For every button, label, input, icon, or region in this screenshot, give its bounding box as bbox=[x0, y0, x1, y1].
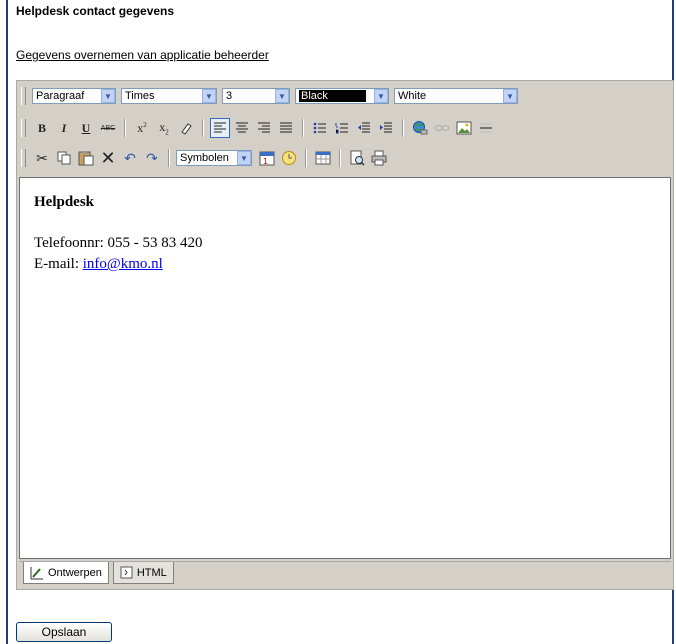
strikethrough-button[interactable]: ABC bbox=[98, 118, 118, 138]
indent-icon bbox=[380, 122, 392, 133]
cut-button[interactable]: ✂ bbox=[32, 148, 52, 168]
globe-link-icon bbox=[413, 121, 428, 135]
html-source-icon bbox=[120, 566, 133, 579]
bold-button[interactable]: B bbox=[32, 118, 52, 138]
outdent-icon bbox=[358, 122, 370, 133]
copy-icon bbox=[57, 151, 71, 165]
preview-magnifier-icon bbox=[350, 150, 365, 166]
editor-content-area[interactable]: Helpdesk Telefoonnr: 055 - 53 83 420 E-m… bbox=[19, 177, 671, 559]
toolbar-separator bbox=[402, 119, 404, 137]
bullet-list-button[interactable] bbox=[310, 118, 330, 138]
align-justify-button[interactable] bbox=[276, 118, 296, 138]
tab-label: Ontwerpen bbox=[48, 566, 102, 579]
toolbar-separator bbox=[339, 149, 341, 167]
content-phone: Telefoonnr: 055 - 53 83 420 bbox=[34, 235, 203, 251]
editor-mode-tabs: Ontwerpen HTML bbox=[19, 561, 671, 588]
toolbar-separator bbox=[202, 119, 204, 137]
chevron-down-icon: ▼ bbox=[101, 89, 115, 103]
copy-admin-data-link[interactable]: Gegevens overnemen van applicatie beheer… bbox=[16, 48, 269, 62]
delete-x-icon: ✕ bbox=[100, 147, 116, 168]
design-icon bbox=[30, 566, 43, 579]
unlink-icon bbox=[434, 125, 450, 131]
insert-date-button[interactable]: 1 bbox=[257, 148, 277, 168]
insert-link-button[interactable] bbox=[410, 118, 430, 138]
indent-button[interactable] bbox=[376, 118, 396, 138]
tab-html[interactable]: HTML bbox=[112, 562, 174, 584]
size-select[interactable]: 3 ▼ bbox=[222, 88, 290, 104]
backcolor-select[interactable]: White ▼ bbox=[394, 88, 518, 104]
delete-button[interactable]: ✕ bbox=[98, 148, 118, 168]
subscript-button[interactable]: x2 bbox=[154, 118, 174, 138]
email-link[interactable]: info@kmo.nl bbox=[83, 256, 163, 272]
toolbar-grip[interactable] bbox=[21, 119, 26, 137]
eraser-icon bbox=[181, 123, 192, 135]
horizontal-rule-icon bbox=[480, 123, 492, 133]
forecolor-select[interactable]: Black ▼ bbox=[295, 88, 389, 104]
image-icon bbox=[456, 121, 472, 135]
paragraph-select[interactable]: Paragraaf ▼ bbox=[32, 88, 116, 104]
undo-button[interactable]: ↶ bbox=[120, 148, 140, 168]
toolbar-row-styles: B I U ABC x2 x2 bbox=[21, 116, 496, 140]
undo-icon: ↶ bbox=[124, 149, 136, 166]
align-right-icon bbox=[258, 122, 270, 133]
font-select[interactable]: Times ▼ bbox=[121, 88, 217, 104]
unlink-button[interactable] bbox=[432, 118, 452, 138]
insert-image-button[interactable] bbox=[454, 118, 474, 138]
printer-icon bbox=[371, 150, 387, 166]
copy-button[interactable] bbox=[54, 148, 74, 168]
toolbar-row-edit: ✂ ✕ ↶ ↷ Symbolen ▼ 1 bbox=[21, 146, 389, 170]
chevron-down-icon: ▼ bbox=[237, 151, 251, 165]
tab-ontwerpen[interactable]: Ontwerpen bbox=[23, 562, 109, 584]
horizontal-rule-button[interactable] bbox=[476, 118, 496, 138]
remove-format-button[interactable] bbox=[176, 118, 196, 138]
superscript-button[interactable]: x2 bbox=[132, 118, 152, 138]
paste-button[interactable] bbox=[76, 148, 96, 168]
svg-text:1: 1 bbox=[263, 157, 268, 166]
content-heading: Helpdesk bbox=[34, 194, 95, 210]
toolbar-row-formatting: Paragraaf ▼ Times ▼ 3 ▼ Black ▼ White ▼ bbox=[21, 84, 521, 108]
bullet-list-icon bbox=[313, 122, 326, 134]
page-title: Helpdesk contact gegevens bbox=[16, 4, 175, 18]
toolbar-separator bbox=[168, 149, 170, 167]
insert-time-button[interactable] bbox=[279, 148, 299, 168]
toolbar-separator bbox=[302, 119, 304, 137]
print-button[interactable] bbox=[369, 148, 389, 168]
content-email-line: E-mail: info@kmo.nl bbox=[34, 254, 656, 275]
outdent-button[interactable] bbox=[354, 118, 374, 138]
scissors-icon: ✂ bbox=[36, 149, 48, 166]
align-left-icon bbox=[214, 122, 226, 133]
chevron-down-icon: ▼ bbox=[275, 89, 289, 103]
symbols-select[interactable]: Symbolen ▼ bbox=[176, 150, 252, 166]
tab-label: HTML bbox=[136, 566, 167, 579]
italic-button[interactable]: I bbox=[54, 118, 74, 138]
calendar-icon: 1 bbox=[259, 151, 275, 166]
paste-icon bbox=[78, 151, 94, 166]
save-button[interactable]: Opslaan bbox=[16, 622, 112, 642]
toolbar-separator bbox=[124, 119, 126, 137]
toolbar-grip[interactable] bbox=[21, 87, 26, 105]
preview-button[interactable] bbox=[347, 148, 367, 168]
rich-text-editor: Paragraaf ▼ Times ▼ 3 ▼ Black ▼ White ▼ B I U… bbox=[16, 80, 674, 590]
subscript-icon: x2 bbox=[159, 119, 169, 137]
chevron-down-icon: ▼ bbox=[503, 89, 517, 103]
clock-icon bbox=[282, 151, 296, 165]
numbered-list-icon bbox=[335, 123, 348, 134]
align-right-button[interactable] bbox=[254, 118, 274, 138]
align-left-button[interactable] bbox=[210, 118, 230, 138]
insert-table-button[interactable] bbox=[313, 148, 333, 168]
toolbar-separator bbox=[305, 149, 307, 167]
toolbar-grip[interactable] bbox=[21, 149, 26, 167]
underline-button[interactable]: U bbox=[76, 118, 96, 138]
align-center-button[interactable] bbox=[232, 118, 252, 138]
align-justify-icon bbox=[280, 122, 292, 133]
email-label: E-mail: bbox=[34, 256, 83, 272]
chevron-down-icon: ▼ bbox=[202, 89, 216, 103]
align-center-icon bbox=[236, 122, 248, 133]
superscript-icon: x2 bbox=[137, 120, 147, 135]
chevron-down-icon: ▼ bbox=[374, 89, 388, 103]
redo-button[interactable]: ↷ bbox=[142, 148, 162, 168]
numbered-list-button[interactable] bbox=[332, 118, 352, 138]
table-icon bbox=[315, 151, 331, 165]
redo-icon: ↷ bbox=[146, 149, 158, 166]
